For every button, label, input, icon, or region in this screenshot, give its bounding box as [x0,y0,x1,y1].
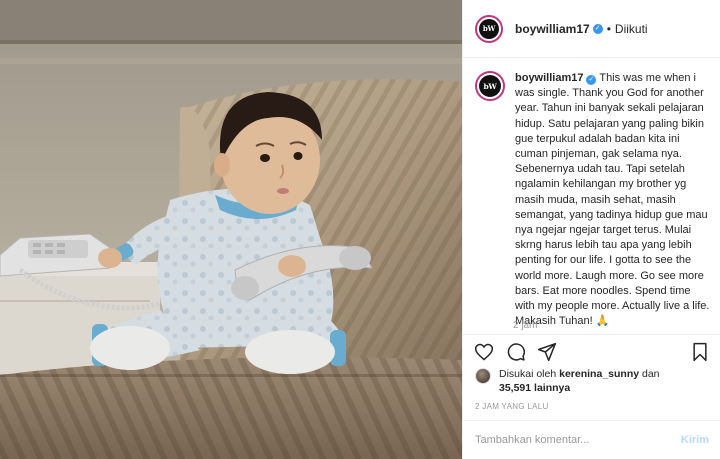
separator-dot: • [606,21,611,36]
caption-time[interactable]: 2 jam [513,320,537,331]
comments-area[interactable]: bW boywilliam17 ✓ This was me when i was … [463,58,720,334]
post-header: bW boywilliam17 ✓ • Diikuti [463,0,720,58]
verified-badge-icon: ✓ [592,23,603,34]
caption-body: This was me when i was single. Thank you… [515,72,710,328]
caption-avatar-logo: bW [479,75,501,97]
caption-avatar[interactable]: bW [475,71,505,101]
post-timestamp[interactable]: 2 JAM YANG LALU [475,402,549,411]
likes-text: Disukai oleh kerenina_sunny dan 35,591 l… [499,367,709,395]
author-avatar[interactable]: bW [475,14,503,43]
share-button[interactable] [536,341,558,363]
comment-icon [507,343,526,361]
post-photo-illustration [0,0,462,459]
action-bar [463,334,720,368]
author-avatar-logo: bW [479,18,499,39]
liker-avatar[interactable] [475,368,491,384]
comment-button[interactable] [505,341,527,363]
likes-count[interactable]: 35,591 lainnya [499,382,570,394]
heart-icon [474,343,494,361]
like-button[interactable] [473,341,495,363]
post-comment-button[interactable]: Kirim [681,434,709,446]
likes-summary: Disukai oleh kerenina_sunny dan 35,591 l… [475,367,709,395]
post-sidebar: bW boywilliam17 ✓ • Diikuti bW boywillia… [462,0,720,459]
caption-username[interactable]: boywilliam17 [515,72,583,84]
bookmark-icon [693,342,707,362]
caption-verified-badge-icon: ✓ [586,75,597,85]
share-icon [537,342,557,362]
author-username[interactable]: boywilliam17 [515,22,590,36]
post-photo[interactable] [0,0,462,459]
comment-box: Kirim [463,420,720,459]
save-button[interactable] [689,341,711,363]
liked-by-user[interactable]: kerenina_sunny [559,368,639,380]
comment-input[interactable] [475,434,665,446]
follow-status-button[interactable]: Diikuti [615,22,648,36]
liked-by-prefix: Disukai oleh [499,368,557,380]
caption-row: bW boywilliam17 ✓ This was me when i was … [475,71,713,329]
caption-text: boywilliam17 ✓ This was me when i was sin… [515,71,711,329]
liked-by-and: dan [642,368,660,380]
